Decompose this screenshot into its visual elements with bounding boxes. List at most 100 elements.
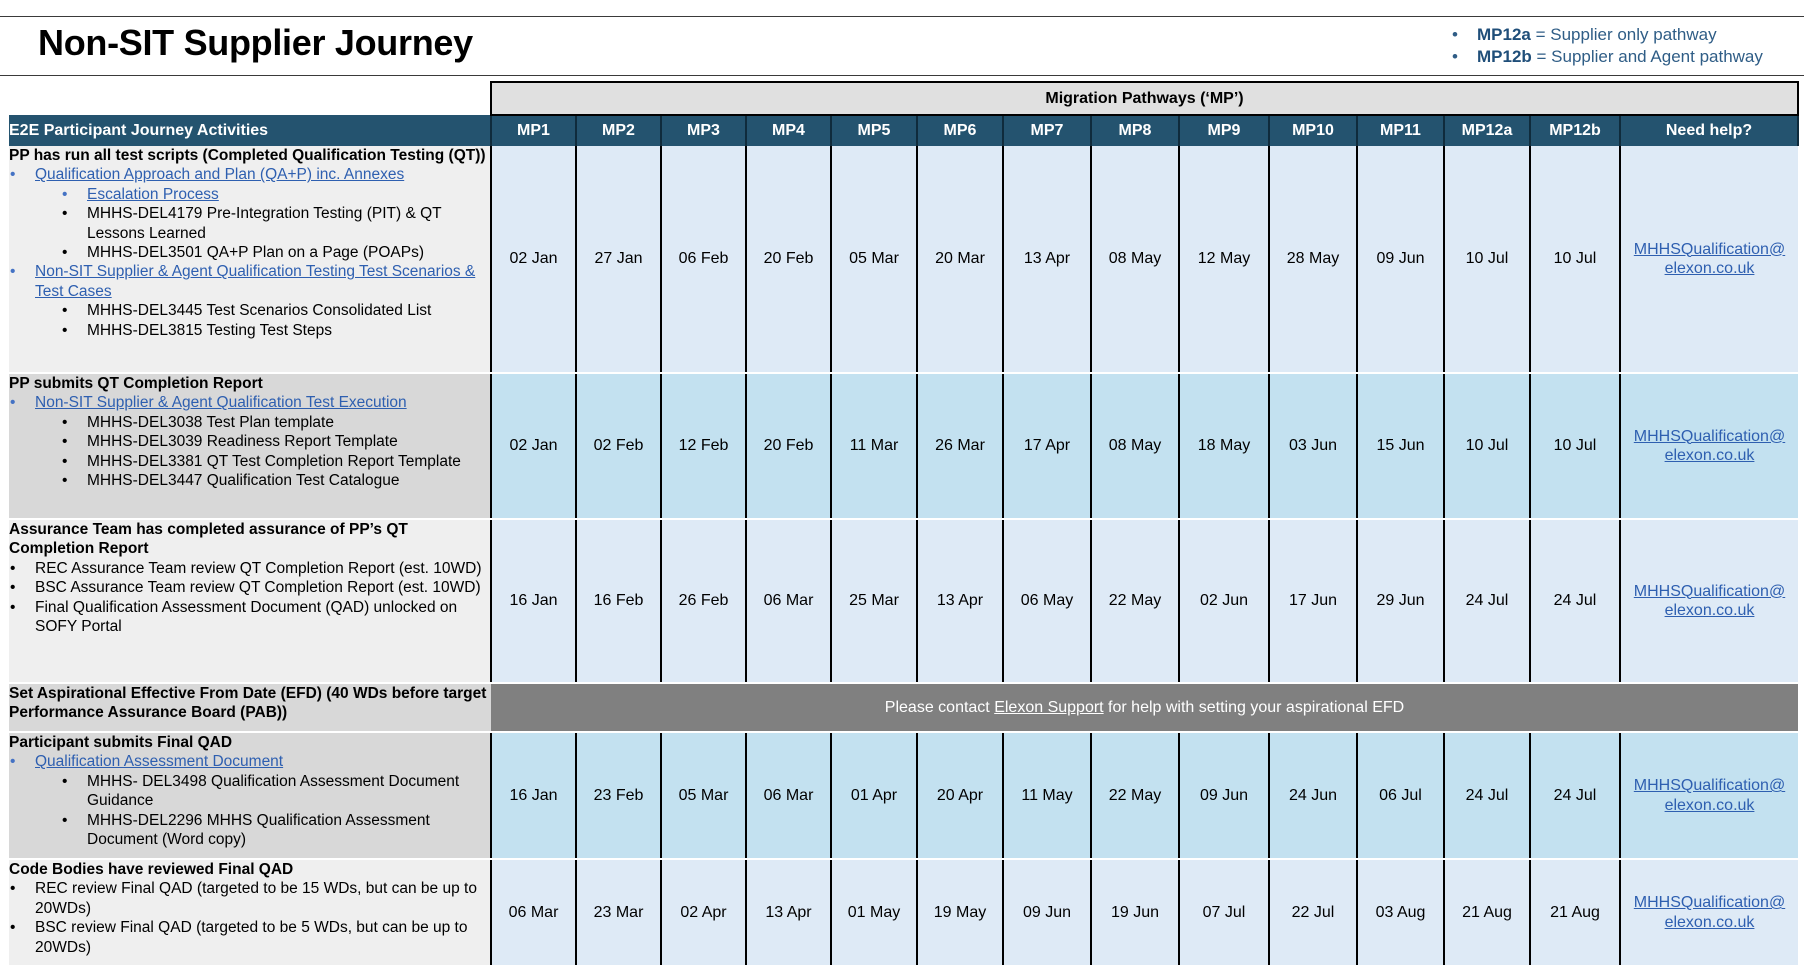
- date-cell: 05 Mar: [660, 732, 747, 860]
- document-link[interactable]: Non-SIT Supplier & Agent Qualification T…: [35, 394, 407, 411]
- help-cell: MHHSQualification@ elexon.co.uk: [1619, 519, 1798, 684]
- document-link[interactable]: Escalation Process: [87, 186, 219, 203]
- help-cell: MHHSQualification@ elexon.co.uk: [1619, 146, 1798, 374]
- legend-item: • MP12a = Supplier only pathway: [1452, 25, 1717, 44]
- list-item: MHHS-DEL3039 Readiness Report Template: [9, 432, 490, 452]
- date-cell: 23 Mar: [575, 859, 662, 967]
- help-email-link[interactable]: MHHSQualification@ elexon.co.uk: [1634, 777, 1785, 813]
- column-header-need-help: Need help?: [1619, 115, 1799, 146]
- list-item: MHHS- DEL3498 Qualification Assessment D…: [9, 772, 490, 811]
- help-email-link[interactable]: MHHSQualification@ elexon.co.uk: [1634, 428, 1785, 464]
- column-header-mp6: MP6: [916, 115, 1004, 146]
- date-cell: 27 Jan: [575, 146, 662, 374]
- date-cell: 22 May: [1090, 519, 1180, 684]
- date-cell: 26 Feb: [660, 519, 747, 684]
- date-cell: 21 Aug: [1529, 859, 1621, 967]
- table-row: PP submits QT Completion Report Non-SIT …: [9, 373, 1798, 520]
- date-cell: 06 Mar: [490, 859, 577, 967]
- date-cell: 16 Jan: [490, 732, 577, 860]
- date-cell: 20 Feb: [745, 146, 832, 374]
- date-cell: 09 Jun: [1356, 146, 1445, 374]
- list-item: MHHS-DEL2296 MHHS Qualification Assessme…: [9, 811, 490, 850]
- activity-heading: Set Aspirational Effective From Date (EF…: [9, 685, 487, 722]
- date-cell: 13 Apr: [1002, 146, 1092, 374]
- table-row: Assurance Team has completed assurance o…: [9, 519, 1798, 684]
- date-cell: 02 Jan: [490, 373, 577, 520]
- date-cell: 19 May: [916, 859, 1004, 967]
- date-cell: 29 Jun: [1356, 519, 1445, 684]
- date-cell: 02 Jan: [490, 146, 577, 374]
- top-rule: [0, 16, 1804, 17]
- elexon-support-link[interactable]: Elexon Support: [994, 699, 1103, 716]
- column-header-mp7: MP7: [1002, 115, 1092, 146]
- list-item: MHHS-DEL3501 QA+P Plan on a Page (POAPs): [9, 243, 490, 263]
- column-header-mp2: MP2: [575, 115, 662, 146]
- date-cell: 09 Jun: [1178, 732, 1270, 860]
- date-cell: 23 Feb: [575, 732, 662, 860]
- date-cell: 26 Mar: [916, 373, 1004, 520]
- document-link[interactable]: Qualification Assessment Document: [35, 753, 283, 770]
- date-cell: 13 Apr: [745, 859, 832, 967]
- document-link[interactable]: Qualification Approach and Plan (QA+P) i…: [35, 166, 404, 183]
- date-cell: 16 Jan: [490, 519, 577, 684]
- date-cell: 09 Jun: [1002, 859, 1092, 967]
- activity-heading: Participant submits Final QAD: [9, 734, 233, 751]
- date-cell: 24 Jul: [1443, 732, 1531, 860]
- date-cell: 10 Jul: [1529, 373, 1621, 520]
- table-row: Participant submits Final QAD Qualificat…: [9, 732, 1798, 860]
- date-cell: 24 Jul: [1529, 519, 1621, 684]
- column-header-mp1: MP1: [490, 115, 577, 146]
- list-item: Qualification Approach and Plan (QA+P) i…: [9, 165, 490, 185]
- date-cell: 01 May: [830, 859, 918, 967]
- efd-note: Please contact Elexon Support for help w…: [491, 683, 1798, 733]
- legend-item: • MP12b = Supplier and Agent pathway: [1452, 47, 1763, 66]
- date-cell: 24 Jul: [1529, 732, 1621, 860]
- date-cell: 18 May: [1178, 373, 1270, 520]
- help-email-link[interactable]: MHHSQualification@ elexon.co.uk: [1634, 241, 1785, 277]
- document-link[interactable]: Non-SIT Supplier & Agent Qualification T…: [35, 263, 475, 299]
- date-cell: 06 Feb: [660, 146, 747, 374]
- list-item: REC review Final QAD (targeted to be 15 …: [9, 879, 490, 918]
- date-cell: 22 May: [1090, 732, 1180, 860]
- date-cell: 02 Apr: [660, 859, 747, 967]
- date-cell: 03 Aug: [1356, 859, 1445, 967]
- column-header-mp3: MP3: [660, 115, 747, 146]
- date-cell: 02 Jun: [1178, 519, 1270, 684]
- activity-cell: PP has run all test scripts (Completed Q…: [9, 146, 491, 374]
- table-row: Set Aspirational Effective From Date (EF…: [9, 683, 1798, 733]
- date-cell: 08 May: [1090, 146, 1180, 374]
- date-cell: 24 Jul: [1443, 519, 1531, 684]
- list-item: MHHS-DEL3815 Testing Test Steps: [9, 321, 490, 341]
- journey-table: Migration Pathways (‘MP’) E2E Participan…: [9, 81, 1799, 967]
- help-email-link[interactable]: MHHSQualification@ elexon.co.uk: [1634, 583, 1785, 619]
- help-cell: MHHSQualification@ elexon.co.uk: [1619, 373, 1798, 520]
- column-header-mp10: MP10: [1268, 115, 1358, 146]
- help-email-link[interactable]: MHHSQualification@ elexon.co.uk: [1634, 894, 1785, 930]
- date-cell: 17 Apr: [1002, 373, 1092, 520]
- date-cell: 22 Jul: [1268, 859, 1358, 967]
- list-item: Non-SIT Supplier & Agent Qualification T…: [9, 393, 490, 413]
- column-header-mp5: MP5: [830, 115, 918, 146]
- date-cell: 03 Jun: [1268, 373, 1358, 520]
- date-cell: 13 Apr: [916, 519, 1004, 684]
- migration-pathways-header: Migration Pathways (‘MP’): [490, 81, 1799, 116]
- list-item: MHHS-DEL3381 QT Test Completion Report T…: [9, 452, 490, 472]
- date-cell: 07 Jul: [1178, 859, 1270, 967]
- list-item: BSC Assurance Team review QT Completion …: [9, 578, 490, 598]
- date-cell: 24 Jun: [1268, 732, 1358, 860]
- list-item: MHHS-DEL3445 Test Scenarios Consolidated…: [9, 301, 490, 321]
- activity-cell: Set Aspirational Effective From Date (EF…: [9, 683, 491, 733]
- column-header-mp9: MP9: [1178, 115, 1270, 146]
- date-cell: 05 Mar: [830, 146, 918, 374]
- date-cell: 20 Mar: [916, 146, 1004, 374]
- list-item: Non-SIT Supplier & Agent Qualification T…: [9, 262, 490, 301]
- list-item: REC Assurance Team review QT Completion …: [9, 559, 490, 579]
- table-row: PP has run all test scripts (Completed Q…: [9, 146, 1798, 374]
- date-cell: 12 Feb: [660, 373, 747, 520]
- date-cell: 08 May: [1090, 373, 1180, 520]
- list-item: MHHS-DEL3038 Test Plan template: [9, 413, 490, 433]
- activity-cell: Participant submits Final QAD Qualificat…: [9, 732, 491, 860]
- date-cell: 15 Jun: [1356, 373, 1445, 520]
- activity-cell: PP submits QT Completion Report Non-SIT …: [9, 373, 491, 520]
- date-cell: 12 May: [1178, 146, 1270, 374]
